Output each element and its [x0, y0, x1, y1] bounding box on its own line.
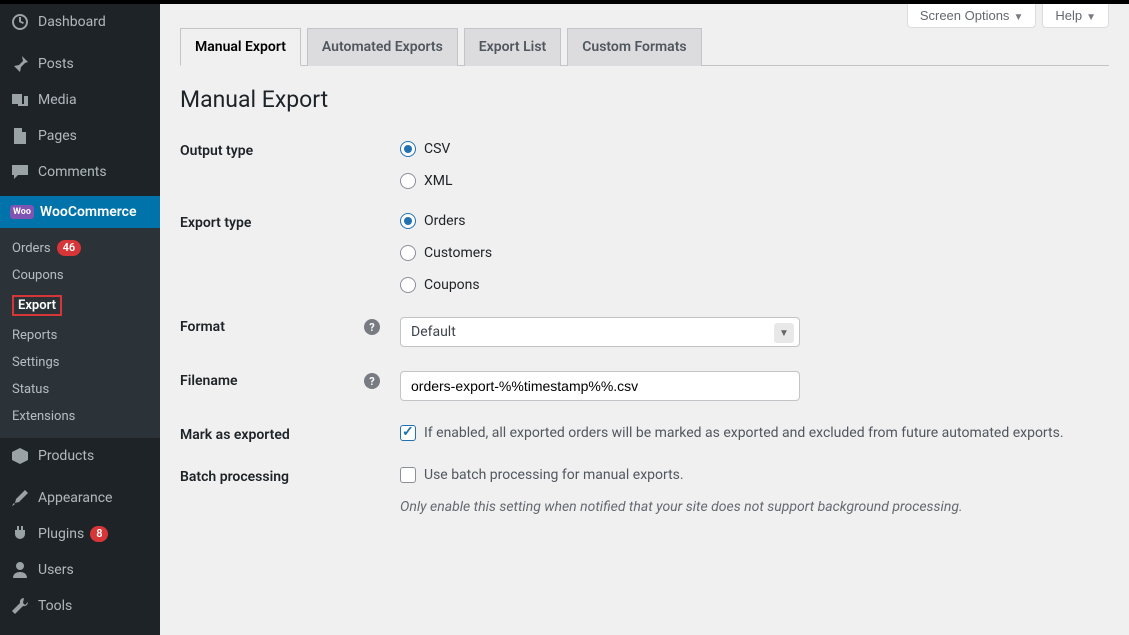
screen-options-button[interactable]: Screen Options▼ — [907, 4, 1037, 28]
brush-icon — [10, 488, 30, 508]
sidebar-item-woocommerce[interactable]: Woo WooCommerce — [0, 196, 160, 228]
sub-label: Reports — [12, 328, 57, 343]
mark-exported-checkbox[interactable] — [400, 425, 416, 441]
product-icon — [10, 446, 30, 466]
label-filename: Filename — [180, 373, 238, 389]
help-icon[interactable]: ? — [364, 373, 380, 389]
sidebar-sub-status[interactable]: Status — [0, 376, 160, 403]
sub-label: Status — [12, 382, 49, 397]
row-filename: Filename? — [180, 359, 1109, 413]
sidebar-label: Users — [38, 562, 74, 578]
sidebar-label: Plugins — [38, 526, 84, 542]
sidebar-label: Appearance — [38, 490, 112, 506]
sidebar-item-tools[interactable]: Tools — [0, 588, 160, 624]
tab-export-list[interactable]: Export List — [464, 28, 561, 66]
sidebar-label: Dashboard — [38, 14, 106, 30]
radio-xml-wrap[interactable]: XML — [400, 173, 1109, 189]
sidebar-item-dashboard[interactable]: Dashboard — [0, 4, 160, 40]
label-output-type: Output type — [180, 141, 400, 159]
batch-note: Only enable this setting when notified t… — [400, 499, 1109, 515]
radio-orders[interactable] — [400, 213, 416, 229]
sidebar-item-posts[interactable]: Posts — [0, 46, 160, 82]
sidebar-label: Posts — [38, 56, 74, 72]
sidebar-label: Products — [38, 448, 94, 464]
row-mark-exported: Mark as exported If enabled, all exporte… — [180, 413, 1109, 455]
radio-csv-wrap[interactable]: CSV — [400, 141, 1109, 157]
label-format: Format — [180, 319, 225, 335]
sub-label: Orders — [12, 241, 51, 256]
woocommerce-icon: Woo — [10, 205, 34, 219]
format-select[interactable]: Default — [400, 317, 800, 347]
sidebar-item-appearance[interactable]: Appearance — [0, 480, 160, 516]
sidebar-sub-settings[interactable]: Settings — [0, 349, 160, 376]
sub-label: Export — [12, 295, 62, 316]
screen-meta-links: Screen Options▼ Help▼ — [907, 4, 1109, 28]
chevron-down-icon: ▼ — [1013, 12, 1023, 23]
row-export-type: Export type Orders Customers Coupons — [180, 201, 1109, 305]
radio-coupons[interactable] — [400, 277, 416, 293]
sidebar-sub-orders[interactable]: Orders 46 — [0, 234, 160, 262]
comment-icon — [10, 162, 30, 182]
dashboard-icon — [10, 12, 30, 32]
row-output-type: Output type CSV XML — [180, 129, 1109, 201]
wrench-icon — [10, 596, 30, 616]
sidebar-label: WooCommerce — [40, 204, 137, 220]
sidebar-label: Tools — [38, 598, 72, 614]
radio-orders-wrap[interactable]: Orders — [400, 213, 1109, 229]
sub-label: Extensions — [12, 409, 75, 424]
radio-customers[interactable] — [400, 245, 416, 261]
radio-customers-wrap[interactable]: Customers — [400, 245, 1109, 261]
batch-wrap[interactable]: Use batch processing for manual exports. — [400, 467, 1109, 483]
admin-sidebar: Dashboard Posts Media Pages Comments Woo… — [0, 4, 160, 635]
tab-manual-export[interactable]: Manual Export — [180, 28, 301, 66]
sidebar-label: Comments — [38, 164, 107, 180]
sidebar-sub-export[interactable]: Export — [0, 289, 160, 322]
batch-checkbox[interactable] — [400, 467, 416, 483]
sidebar-item-plugins[interactable]: Plugins 8 — [0, 516, 160, 552]
user-icon — [10, 560, 30, 580]
label-export-type: Export type — [180, 213, 400, 231]
pin-icon — [10, 54, 30, 74]
plugin-icon — [10, 524, 30, 544]
sidebar-sub-reports[interactable]: Reports — [0, 322, 160, 349]
sidebar-item-pages[interactable]: Pages — [0, 118, 160, 154]
radio-xml[interactable] — [400, 173, 416, 189]
orders-count-badge: 46 — [57, 240, 82, 256]
sidebar-item-comments[interactable]: Comments — [0, 154, 160, 190]
sidebar-item-users[interactable]: Users — [0, 552, 160, 588]
filename-input[interactable] — [400, 371, 800, 401]
row-format: Format? Default ▼ — [180, 305, 1109, 359]
page-icon — [10, 126, 30, 146]
sidebar-label: Media — [38, 92, 77, 108]
help-icon[interactable]: ? — [364, 319, 380, 335]
chevron-down-icon: ▼ — [1086, 12, 1096, 23]
plugins-count-badge: 8 — [90, 526, 108, 542]
export-tabs: Manual Export Automated Exports Export L… — [180, 28, 1109, 66]
sidebar-label: Pages — [38, 128, 77, 144]
label-batch: Batch processing — [180, 467, 400, 485]
radio-coupons-wrap[interactable]: Coupons — [400, 277, 1109, 293]
tab-custom-formats[interactable]: Custom Formats — [567, 28, 701, 66]
row-batch: Batch processing Use batch processing fo… — [180, 455, 1109, 527]
main-content: Screen Options▼ Help▼ Manual Export Auto… — [160, 4, 1129, 635]
tab-automated-exports[interactable]: Automated Exports — [307, 28, 458, 66]
radio-csv[interactable] — [400, 141, 416, 157]
label-mark-exported: Mark as exported — [180, 425, 400, 443]
sidebar-sub-extensions[interactable]: Extensions — [0, 403, 160, 430]
mark-exported-wrap[interactable]: If enabled, all exported orders will be … — [400, 425, 1109, 441]
page-title: Manual Export — [180, 86, 1109, 113]
sidebar-item-media[interactable]: Media — [0, 82, 160, 118]
sidebar-item-products[interactable]: Products — [0, 438, 160, 474]
woocommerce-submenu: Orders 46 Coupons Export Reports Setting… — [0, 228, 160, 438]
sidebar-sub-coupons[interactable]: Coupons — [0, 262, 160, 289]
media-icon — [10, 90, 30, 110]
help-button[interactable]: Help▼ — [1042, 4, 1109, 28]
sub-label: Coupons — [12, 268, 64, 283]
sub-label: Settings — [12, 355, 59, 370]
